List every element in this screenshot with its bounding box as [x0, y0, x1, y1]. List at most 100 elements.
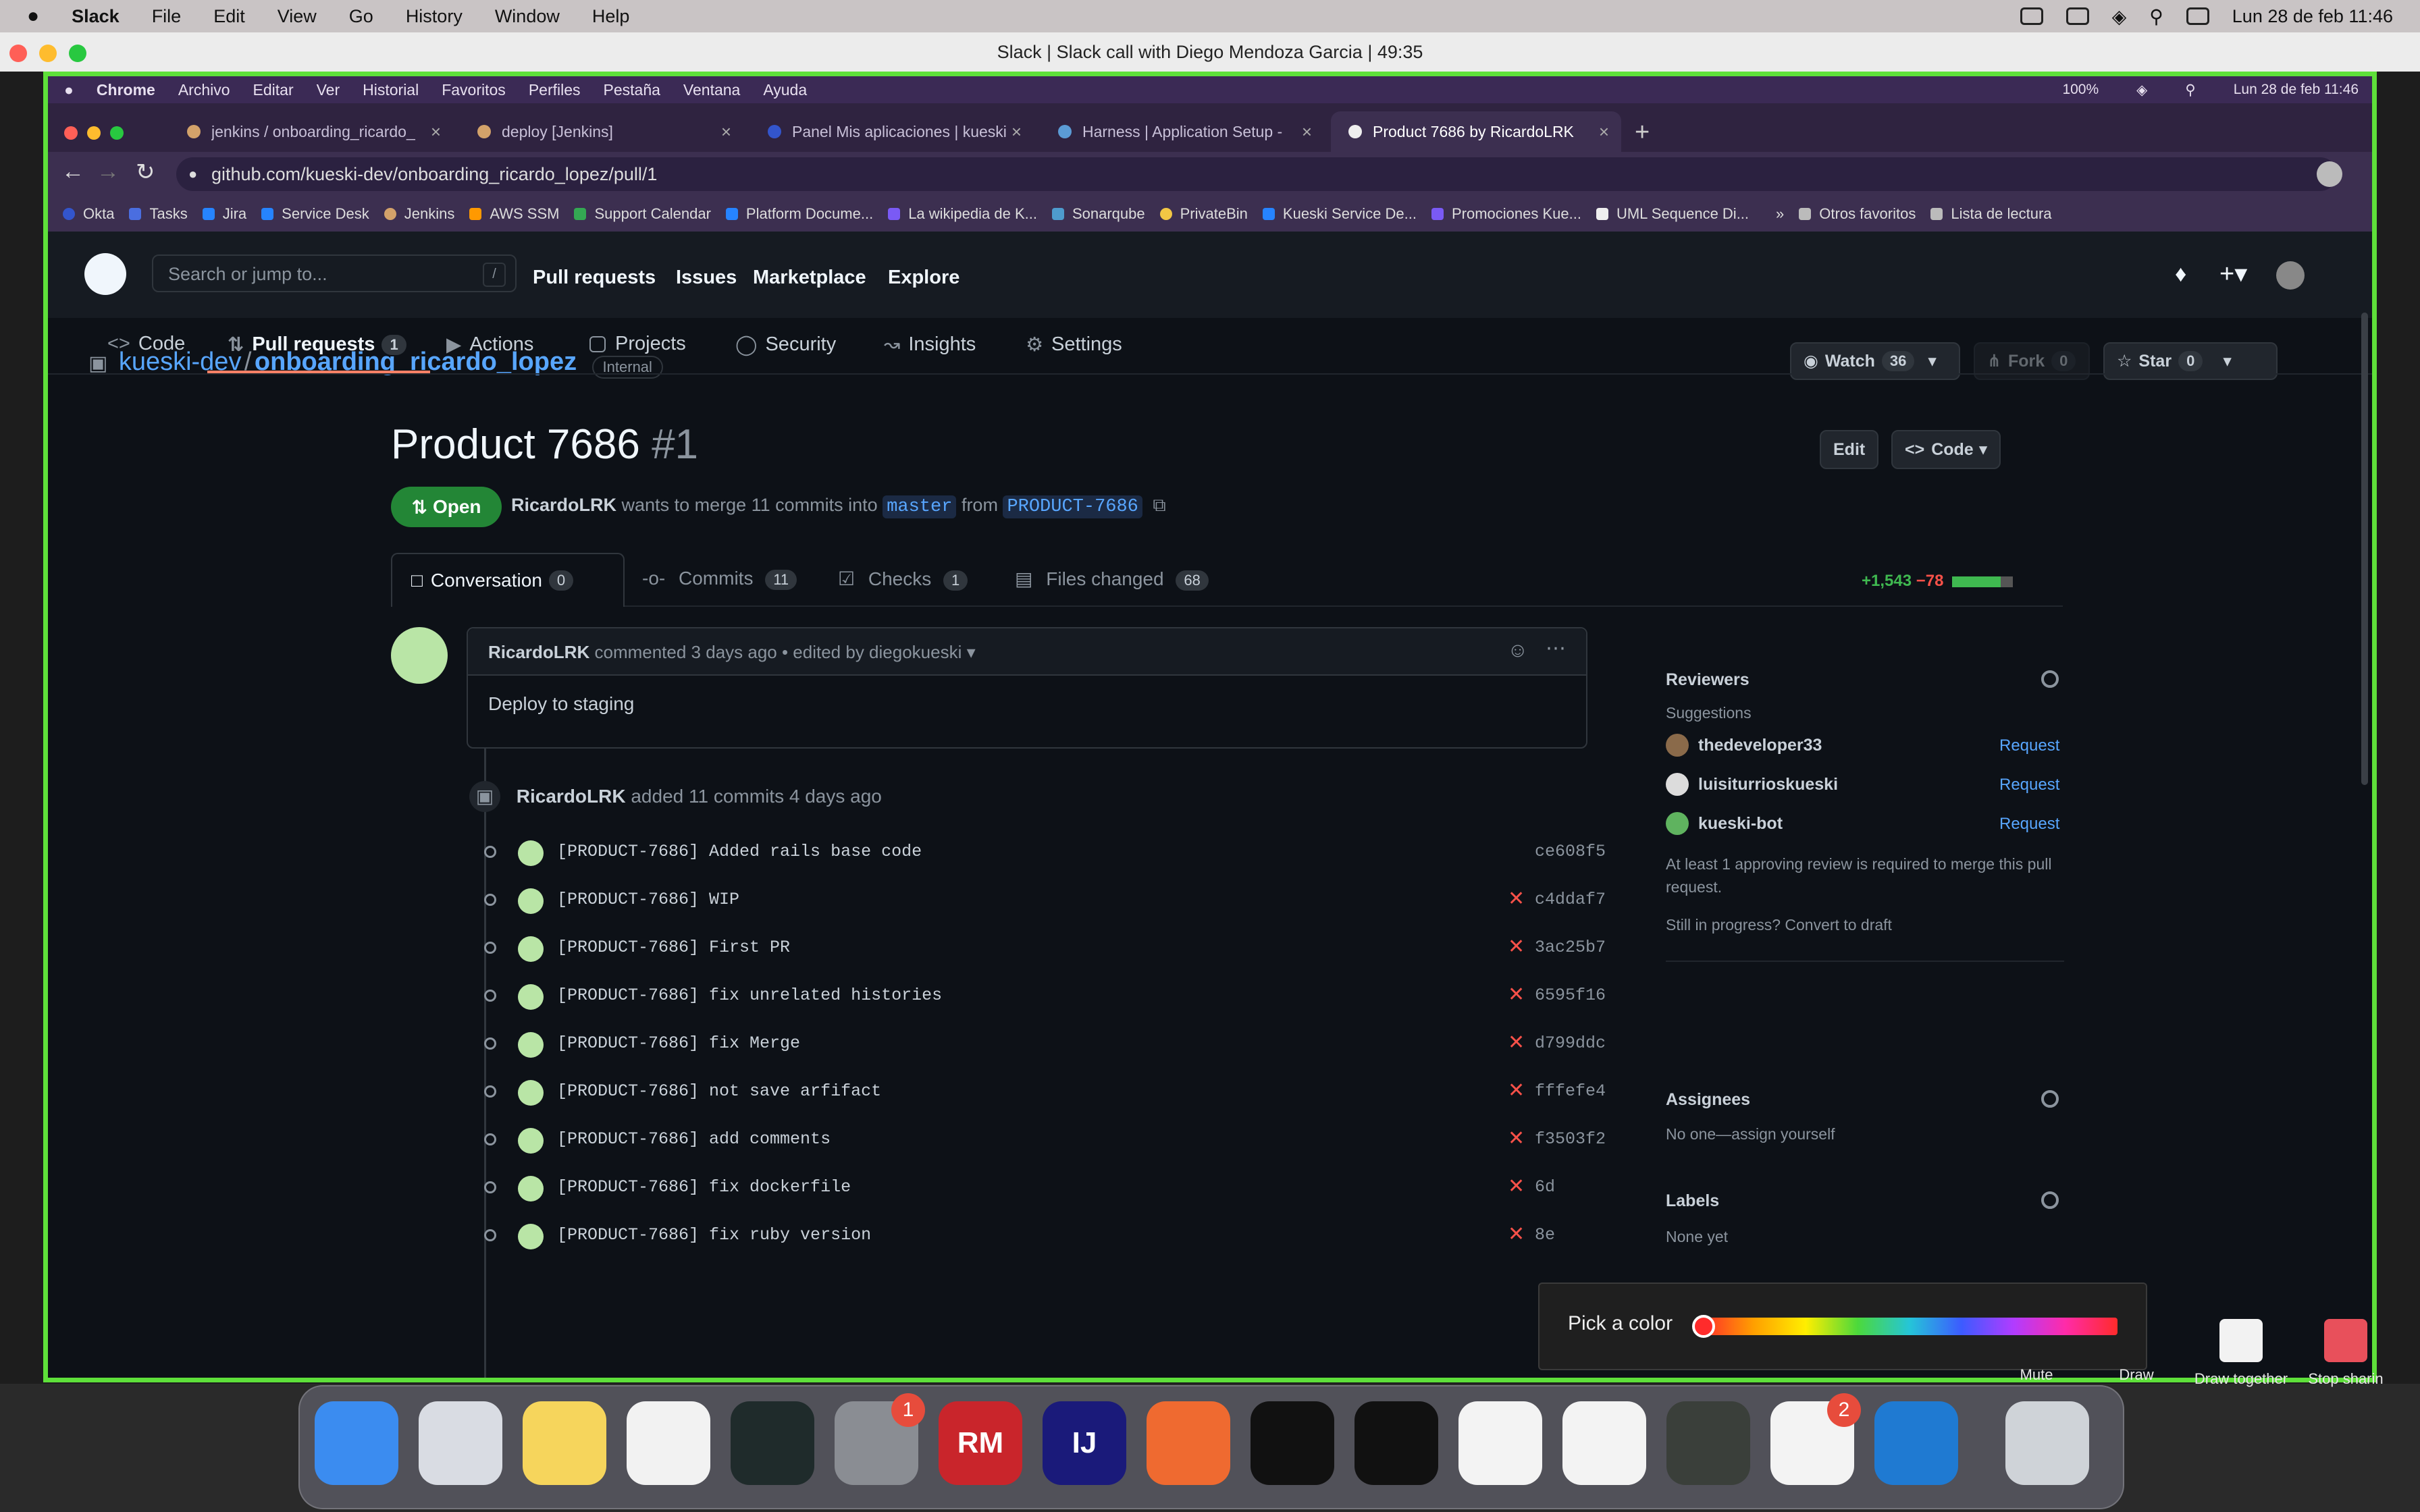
failed-status-icon[interactable]: ✕	[1508, 887, 1525, 911]
nav-marketplace[interactable]: Marketplace	[753, 267, 866, 289]
emoji-reaction-icon[interactable]: ☺	[1507, 639, 1528, 662]
assign-yourself-link[interactable]: No one—assign yourself	[1666, 1125, 1835, 1143]
profile-avatar[interactable]	[2317, 161, 2342, 187]
failed-status-icon[interactable]: ✕	[1508, 983, 1525, 1006]
draw-together-button[interactable]: Draw together	[2184, 1319, 2298, 1388]
bookmark[interactable]: Promociones Kue...	[1431, 205, 1581, 223]
stop-sharing-button[interactable]: Stop sharin	[2298, 1319, 2393, 1388]
bookmark[interactable]: Sonarqube	[1051, 205, 1145, 223]
code-dropdown-button[interactable]: <> Code ▾	[1891, 430, 2001, 469]
search-input[interactable]: Search or jump to... /	[152, 254, 517, 292]
commit-row[interactable]: [PRODUCT-7686] fix Merge ✕ d799ddc	[475, 1024, 1606, 1064]
repo-tab-projects[interactable]: Projects	[589, 333, 686, 355]
browser-tab-active[interactable]: Product 7686 by RicardoLRK ×	[1331, 111, 1621, 152]
spotlight-icon[interactable]: ⚲	[2149, 5, 2163, 28]
nav-explore[interactable]: Explore	[888, 267, 959, 289]
commit-row[interactable]: [PRODUCT-7686] fix ruby version ✕ 8e	[475, 1216, 1555, 1256]
menu-view[interactable]: View	[278, 6, 317, 27]
commit-message[interactable]: [PRODUCT-7686] fix dockerfile	[557, 1177, 851, 1197]
commit-row[interactable]: [PRODUCT-7686] add comments ✕ f3503f2	[475, 1120, 1606, 1160]
close-window-button[interactable]	[9, 45, 27, 62]
convert-to-draft-link[interactable]: Still in progress? Convert to draft	[1666, 916, 1892, 934]
edit-button[interactable]: Edit	[1820, 430, 1879, 469]
bookmark[interactable]: Tasks	[129, 205, 188, 223]
zoom-window-button[interactable]	[69, 45, 86, 62]
repo-tab-actions[interactable]: ▶ Actions	[446, 333, 533, 356]
dock-app-icon[interactable]	[1562, 1401, 1646, 1485]
pr-tab-commits[interactable]: -o- Commits 11	[642, 568, 797, 590]
pr-author-link[interactable]: RicardoLRK	[511, 495, 616, 515]
bookmark[interactable]: Okta	[63, 205, 114, 223]
base-branch[interactable]: master	[883, 495, 957, 518]
apple-menu-icon[interactable]: ●	[27, 5, 39, 28]
dock-app-icon[interactable]	[1147, 1401, 1230, 1485]
commit-sha[interactable]: 3ac25b7	[1535, 938, 1606, 957]
commit-sha[interactable]: 6595f16	[1535, 986, 1606, 1005]
more-options-icon[interactable]: ⋯	[1546, 637, 1566, 660]
reload-icon[interactable]: ↻	[136, 159, 155, 186]
dock-app-icon[interactable]: 2	[1770, 1393, 1861, 1485]
dock-app-icon[interactable]	[1874, 1401, 1958, 1485]
bookmark[interactable]: PrivateBin	[1159, 205, 1248, 223]
gear-icon[interactable]	[2041, 1090, 2059, 1108]
wifi-icon[interactable]: ◈	[2112, 5, 2127, 28]
commit-message[interactable]: [PRODUCT-7686] WIP	[557, 890, 739, 909]
dock-app-icon[interactable]: RM	[939, 1401, 1022, 1485]
close-tab-icon[interactable]: ×	[1599, 122, 1609, 142]
pr-tab-checks[interactable]: ☑ Checks 1	[838, 568, 968, 591]
close-tab-icon[interactable]: ×	[721, 122, 731, 142]
bookmark[interactable]: La wikipedia de K...	[888, 205, 1037, 223]
dock-app-icon[interactable]	[2005, 1401, 2089, 1485]
close-tab-icon[interactable]: ×	[1011, 122, 1022, 142]
browser-tab[interactable]: Panel Mis aplicaciones | kueski ×	[750, 111, 1034, 152]
nav-pull-requests[interactable]: Pull requests	[533, 267, 656, 289]
repo-tab-settings[interactable]: ⚙ Settings	[1026, 333, 1122, 356]
back-icon[interactable]: ←	[61, 159, 84, 185]
bookmark[interactable]: AWS SSM	[469, 205, 559, 223]
menu-app-name[interactable]: Slack	[72, 6, 120, 27]
bookmark[interactable]: Jira	[202, 205, 246, 223]
request-review-button[interactable]: Request	[1999, 776, 2059, 794]
forward-icon[interactable]: →	[97, 159, 120, 185]
bookmark-folder[interactable]: Otros favoritos	[1799, 205, 1916, 223]
reviewer-name[interactable]: luisiturrioskueski	[1698, 775, 1838, 794]
close-tab-icon[interactable]: ×	[431, 122, 441, 142]
commit-message[interactable]: [PRODUCT-7686] fix ruby version	[557, 1225, 871, 1245]
reviewer-name[interactable]: thedeveloper33	[1698, 736, 1822, 755]
close-tab-icon[interactable]: ×	[1302, 122, 1312, 142]
failed-status-icon[interactable]: ✕	[1508, 1127, 1525, 1150]
new-tab-button[interactable]: +	[1635, 118, 1650, 147]
repo-tab-insights[interactable]: ↝ Insights	[884, 333, 976, 356]
failed-status-icon[interactable]: ✕	[1508, 1031, 1525, 1054]
commit-message[interactable]: [PRODUCT-7686] First PR	[557, 938, 790, 957]
head-branch[interactable]: PRODUCT-7686	[1003, 495, 1142, 518]
dock-app-icon[interactable]	[523, 1401, 606, 1485]
reading-list[interactable]: Lista de lectura	[1930, 205, 2052, 223]
dock-app-icon[interactable]: IJ	[1043, 1401, 1126, 1485]
repo-tab-code[interactable]: <> Code	[107, 333, 185, 355]
commit-message[interactable]: [PRODUCT-7686] Added rails base code	[557, 842, 922, 861]
request-review-button[interactable]: Request	[1999, 736, 2059, 755]
dock-app-icon[interactable]	[419, 1401, 502, 1485]
comment-author-avatar[interactable]	[391, 627, 448, 684]
commit-row[interactable]: [PRODUCT-7686] fix unrelated histories ✕ 6…	[475, 976, 1606, 1017]
dock-app-icon[interactable]	[627, 1401, 710, 1485]
dock-app-icon[interactable]	[1458, 1401, 1542, 1485]
dock-app-icon[interactable]	[1354, 1401, 1438, 1485]
bookmark[interactable]: Platform Docume...	[725, 205, 873, 223]
bookmark[interactable]: Service Desk	[261, 205, 369, 223]
commit-message[interactable]: [PRODUCT-7686] fix Merge	[557, 1033, 800, 1053]
dock-app-icon[interactable]	[1251, 1401, 1334, 1485]
gear-icon[interactable]	[2041, 670, 2059, 688]
bookmark[interactable]: UML Sequence Di...	[1596, 205, 1749, 223]
commit-row[interactable]: [PRODUCT-7686] Added rails base code ce60…	[475, 832, 1606, 873]
status-icon[interactable]	[2020, 7, 2043, 25]
failed-status-icon[interactable]: ✕	[1508, 1079, 1525, 1102]
address-bar[interactable]: ● github.com/kueski-dev/onboarding_ricar…	[176, 157, 2337, 191]
menu-edit[interactable]: Edit	[213, 6, 245, 27]
menubar-clock[interactable]: Lun 28 de feb 11:46	[2232, 6, 2393, 27]
failed-status-icon[interactable]: ✕	[1508, 1222, 1525, 1246]
commit-row[interactable]: [PRODUCT-7686] First PR ✕ 3ac25b7	[475, 928, 1606, 969]
menu-history[interactable]: History	[406, 6, 463, 27]
pr-tab-conversation[interactable]: □ Conversation 0	[391, 553, 625, 607]
